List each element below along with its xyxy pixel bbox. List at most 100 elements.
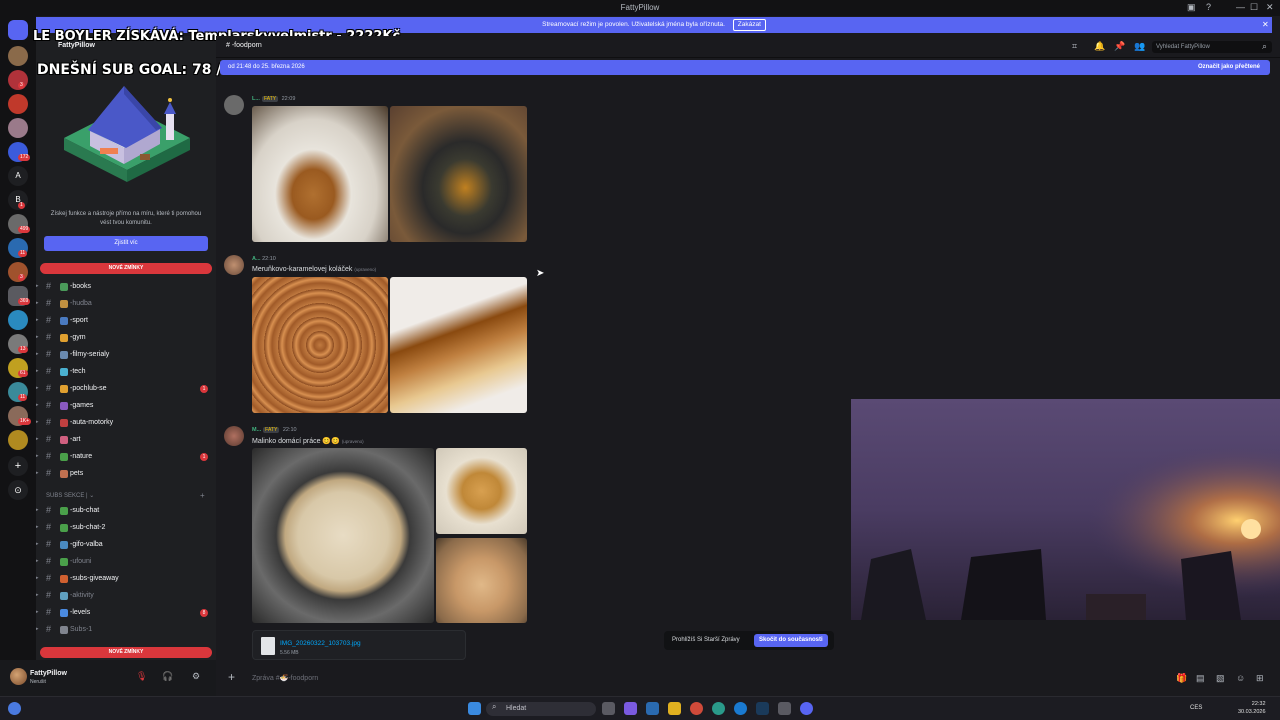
server-icon[interactable] [8,94,28,114]
subs-section-header[interactable]: SUBS SEKCE | ⌄ [46,492,94,499]
mark-as-read-button[interactable]: Označit jako přečtené [1198,60,1260,75]
channel-aktivity[interactable]: ▸ # -aktivity [36,588,216,604]
maximize-button[interactable]: ☐ [1250,2,1258,13]
food-photo[interactable] [390,106,527,242]
channel-games[interactable]: ▸ # -games [36,398,216,414]
add-channel-icon[interactable]: + [200,491,205,500]
chrome-icon[interactable] [690,702,703,715]
gift-icon[interactable]: 🎁 [1176,673,1187,684]
discover-icon[interactable]: ⊙ [8,480,28,500]
new-mentions-pill[interactable]: NOVÉ ZMÍNKY [40,263,212,274]
start-icon[interactable] [468,702,481,715]
channel-ufouni[interactable]: ▸ # -ufouni [36,554,216,570]
channel-auta-motorky[interactable]: ▸ # -auta-motorky [36,415,216,431]
message-avatar[interactable] [224,255,244,275]
message-author[interactable]: L... [252,96,260,102]
food-photo[interactable] [390,277,527,413]
search-input[interactable]: Vyhledat FattyPillow [1152,41,1272,53]
channel-gifo-valba[interactable]: ▸ # -gifo-valba [36,537,216,553]
expand-arrow-icon[interactable]: ▸ [36,385,39,391]
browser-icon[interactable] [734,702,747,715]
emoji-icon[interactable]: ☺ [1236,673,1245,683]
expand-arrow-icon[interactable]: ▸ [36,351,39,357]
learn-more-button[interactable]: Zjistit víc [44,236,208,251]
channel-subs-giveaway[interactable]: ▸ # -subs-giveaway [36,571,216,587]
add-attachment-icon[interactable]: + [228,670,235,684]
widgets-icon[interactable] [624,702,637,715]
server-icon[interactable] [8,430,28,450]
expand-arrow-icon[interactable]: ▸ [36,436,39,442]
message-author[interactable]: A... [252,256,261,262]
expand-arrow-icon[interactable]: ▸ [36,283,39,289]
expand-arrow-icon[interactable]: ▸ [36,609,39,615]
explorer-icon[interactable] [668,702,681,715]
expand-arrow-icon[interactable]: ▸ [36,334,39,340]
food-photo[interactable] [252,277,388,413]
discord-icon[interactable] [800,702,813,715]
channel-art[interactable]: ▸ # -art [36,432,216,448]
edge-icon[interactable] [712,702,725,715]
expand-arrow-icon[interactable]: ▸ [36,507,39,513]
help-icon[interactable]: ? [1206,2,1211,12]
channel-sub-chat-2[interactable]: ▸ # -sub-chat-2 [36,520,216,536]
channel-gym[interactable]: ▸ # -gym [36,330,216,346]
taskbar-search[interactable]: Hledat [486,702,596,716]
channel-levels[interactable]: ▸ # -levels 8 [36,605,216,621]
add-server-icon[interactable]: + [8,456,28,476]
channel-pochlub-se[interactable]: ▸ # -pochlub-se 1 [36,381,216,397]
channel-sport[interactable]: ▸ # -sport [36,313,216,329]
expand-arrow-icon[interactable]: ▸ [36,541,39,547]
inbox-icon[interactable]: ▣ [1187,2,1196,13]
new-messages-bar[interactable]: od 21:48 do 25. března 2026 Označit jako… [220,60,1270,75]
bread-photo[interactable] [252,448,434,623]
server-icon[interactable] [8,46,28,66]
bell-icon[interactable]: 🔔 [1094,41,1105,52]
expand-arrow-icon[interactable]: ▸ [36,419,39,425]
language-indicator[interactable]: CES [1190,705,1202,711]
expand-arrow-icon[interactable]: ▸ [36,626,39,632]
settings-icon[interactable]: ⚙ [192,671,200,682]
apps-icon[interactable]: ⊞ [1256,673,1264,684]
channel-filmy-serialy[interactable]: ▸ # -filmy-serialy [36,347,216,363]
avatar[interactable] [10,668,27,685]
gif-icon[interactable]: ▤ [1196,673,1205,684]
clock[interactable]: 22:32 30.03.2026 [1238,700,1266,716]
channel-pets[interactable]: ▸ # pets [36,466,216,482]
banner-close-icon[interactable]: ✕ [1262,20,1269,29]
steam-icon[interactable] [756,702,769,715]
disable-button[interactable]: Zakázat [732,19,766,31]
channel-subs-1[interactable]: ▸ # Subs-1 [36,622,216,638]
expand-arrow-icon[interactable]: ▸ [36,524,39,530]
channel-tech[interactable]: ▸ # -tech [36,364,216,380]
pin-icon[interactable]: 📌 [1114,41,1125,52]
threads-icon[interactable]: ⌗ [1072,41,1077,52]
expand-arrow-icon[interactable]: ▸ [36,470,39,476]
store-icon[interactable] [646,702,659,715]
direct-messages-icon[interactable] [8,20,28,40]
minimize-button[interactable]: — [1236,2,1245,12]
expand-arrow-icon[interactable]: ▸ [36,300,39,306]
food-photo[interactable] [252,106,388,242]
app-icon[interactable] [778,702,791,715]
expand-arrow-icon[interactable]: ▸ [36,317,39,323]
weather-icon[interactable] [8,702,21,715]
search-icon[interactable]: ⌕ [1262,41,1267,52]
expand-arrow-icon[interactable]: ▸ [36,368,39,374]
close-button[interactable]: ✕ [1266,2,1274,13]
server-letter-a[interactable]: A [8,166,28,186]
file-attachment[interactable]: IMG_20260322_103703.jpg 5.56 MB [252,630,466,660]
braided-bread-photo[interactable] [436,448,527,534]
message-avatar[interactable] [224,95,244,115]
headset-muted-icon[interactable]: 🎧 [162,671,173,682]
expand-arrow-icon[interactable]: ▸ [36,402,39,408]
server-icon[interactable] [8,118,28,138]
channel-nature[interactable]: ▸ # -nature 1 [36,449,216,465]
members-icon[interactable]: 👥 [1134,41,1145,52]
server-icon[interactable] [8,310,28,330]
expand-arrow-icon[interactable]: ▸ [36,592,39,598]
channel-books[interactable]: ▸ # -books [36,279,216,295]
file-name[interactable]: IMG_20260322_103703.jpg [280,640,361,647]
message-input[interactable]: Zpráva #🍜-foodporn [252,674,318,682]
expand-arrow-icon[interactable]: ▸ [36,453,39,459]
task-view-icon[interactable] [602,702,615,715]
